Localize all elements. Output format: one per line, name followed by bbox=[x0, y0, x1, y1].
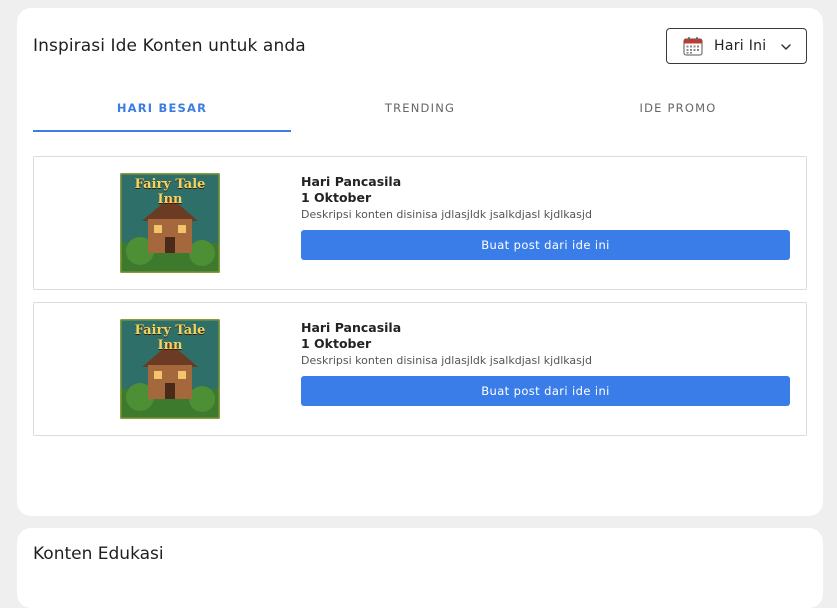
idea-list-item: Fairy Tale Inn Hari Pancasila 1 Oktober … bbox=[33, 156, 807, 290]
calendar-icon bbox=[683, 37, 703, 56]
idea-description: Deskripsi konten disinisa jdlasjldk jsal… bbox=[301, 208, 592, 221]
idea-thumbnail: Fairy Tale Inn bbox=[120, 173, 220, 273]
thumbnail-title: Fairy Tale Inn bbox=[134, 177, 206, 207]
idea-description: Deskripsi konten disinisa jdlasjldk jsal… bbox=[301, 354, 592, 367]
tab-bar: HARI BESAR TRENDING IDE PROMO bbox=[33, 96, 807, 132]
education-content-card: Konten Edukasi bbox=[17, 528, 823, 608]
idea-name: Hari Pancasila bbox=[301, 320, 402, 335]
date-filter-label: Hari Ini bbox=[714, 38, 767, 54]
create-post-button[interactable]: Buat post dari ide ini bbox=[301, 376, 790, 406]
idea-name: Hari Pancasila bbox=[301, 174, 402, 189]
thumbnail-title: Fairy Tale Inn bbox=[134, 323, 206, 353]
create-post-button[interactable]: Buat post dari ide ini bbox=[301, 230, 790, 260]
idea-date: 1 Oktober bbox=[301, 336, 372, 351]
idea-date: 1 Oktober bbox=[301, 190, 372, 205]
active-tab-indicator bbox=[33, 130, 291, 132]
idea-list-item: Fairy Tale Inn Hari Pancasila 1 Oktober … bbox=[33, 302, 807, 436]
idea-thumbnail: Fairy Tale Inn bbox=[120, 319, 220, 419]
page-title: Inspirasi Ide Konten untuk anda bbox=[33, 36, 306, 56]
tab-trending[interactable]: TRENDING bbox=[291, 96, 549, 132]
date-filter-dropdown[interactable]: Hari Ini bbox=[666, 28, 807, 64]
tab-ide-promo[interactable]: IDE PROMO bbox=[549, 96, 807, 132]
chevron-down-icon bbox=[781, 44, 791, 50]
section-title: Konten Edukasi bbox=[33, 544, 164, 564]
content-ideas-card: Inspirasi Ide Konten untuk anda Hari Ini… bbox=[17, 8, 823, 516]
tab-hari-besar[interactable]: HARI BESAR bbox=[33, 96, 291, 132]
